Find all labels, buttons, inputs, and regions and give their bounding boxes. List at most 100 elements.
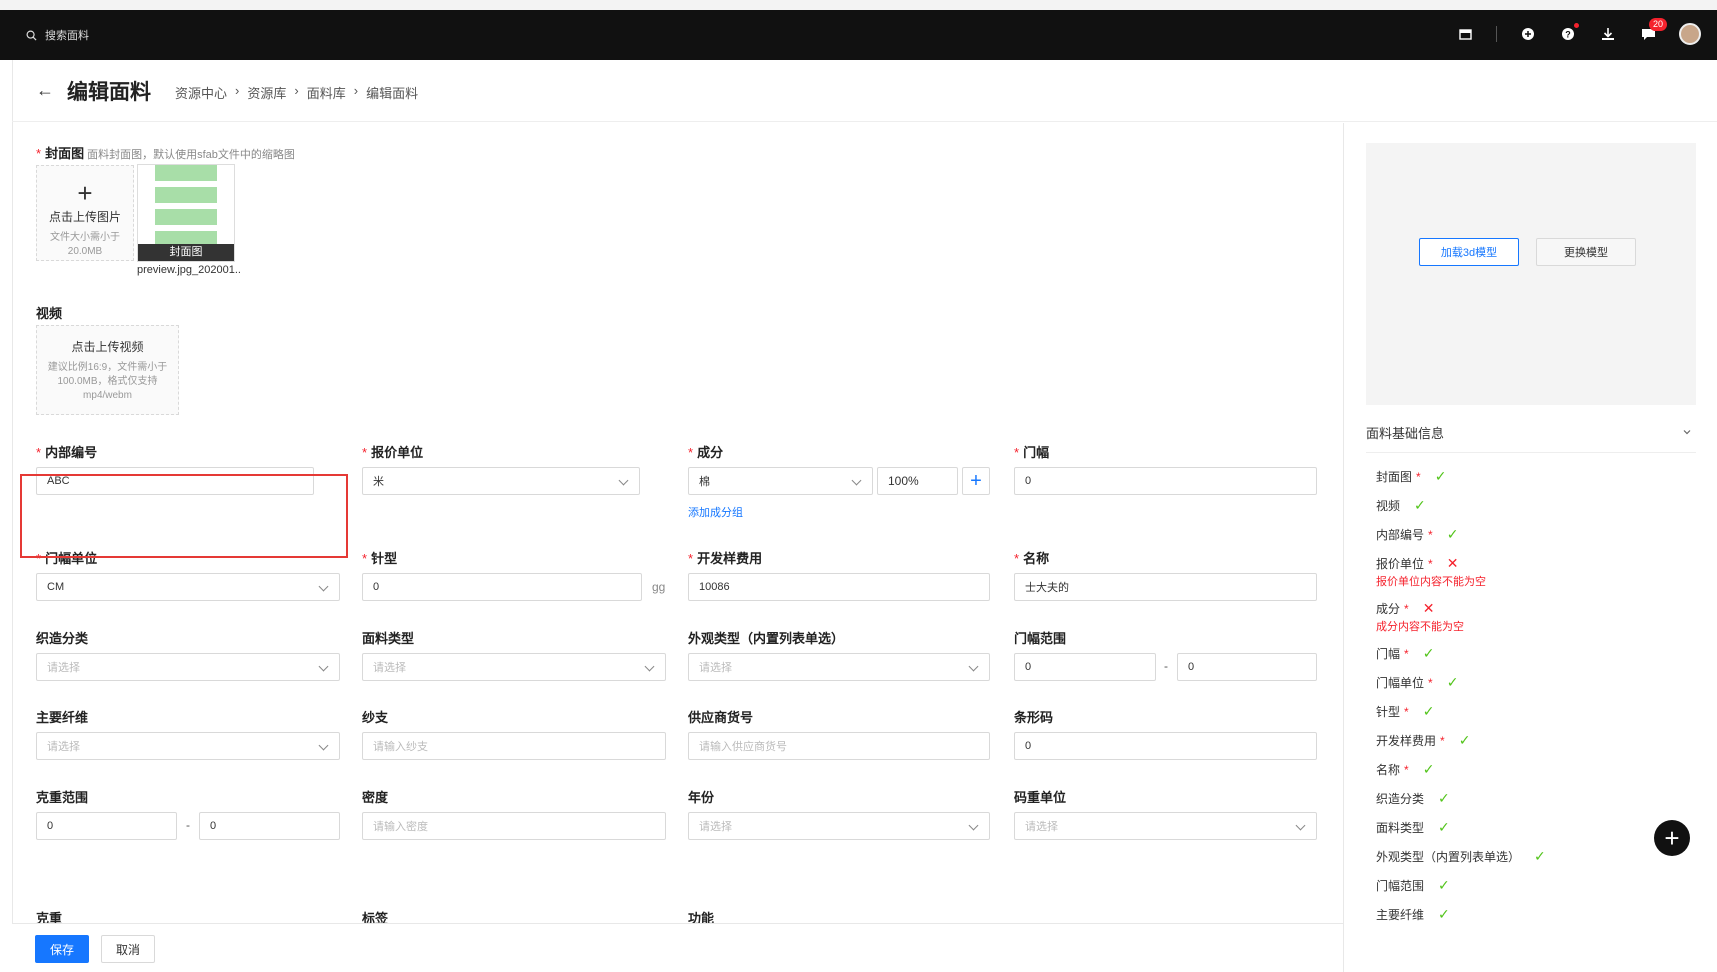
fiber-placeholder: 请选择 [47, 741, 80, 753]
width-range-min-input[interactable]: 0 [1014, 653, 1156, 681]
save-button[interactable]: 保存 [35, 935, 89, 963]
cover-filename: preview.jpg_202001... [137, 264, 242, 276]
year-select[interactable]: 请选择 [688, 812, 990, 840]
checklist-item-label: 外观类型（内置列表单选） [1376, 850, 1521, 864]
yarn-input[interactable]: 请输入纱支 [362, 732, 666, 760]
checklist-item[interactable]: 门幅 * ✓ [1376, 645, 1434, 662]
checklist-item[interactable]: 外观类型（内置列表单选） ✓ [1376, 848, 1546, 865]
range-dash: - [1164, 659, 1168, 673]
barcode-label: 条形码 [1014, 710, 1054, 725]
top-navbar: 搜索面料 ? 20 [0, 10, 1717, 60]
checklist-item[interactable]: 门幅单位 * ✓ [1376, 674, 1458, 691]
checklist-item-label: 视频 [1376, 499, 1401, 513]
user-avatar[interactable] [1679, 23, 1701, 45]
load-3d-model-button[interactable]: 加载3d模型 [1419, 238, 1519, 266]
checklist-item-label: 门幅 [1376, 647, 1401, 661]
page-title: 编辑面料 [67, 81, 151, 104]
checklist-item[interactable]: 名称 * ✓ [1376, 761, 1434, 778]
fabric-type-select[interactable]: 请选择 [362, 653, 666, 681]
checklist-item-label: 主要纤维 [1376, 908, 1425, 922]
fiber-field: 主要纤维 请选择 [36, 707, 340, 760]
help-icon[interactable]: ? [1559, 22, 1580, 43]
width-range-field: 门幅范围 0 - 0 [1014, 628, 1317, 681]
checklist-item[interactable]: 内部编号 * ✓ [1376, 526, 1458, 543]
checklist-item[interactable]: 成分 * ✕ 成分内容不能为空 [1376, 600, 1464, 633]
floating-add-button[interactable]: + [1654, 820, 1690, 856]
supplier-no-label: 供应商货号 [688, 710, 754, 725]
required-mark: * [1428, 675, 1433, 690]
add-circle-icon[interactable] [1519, 25, 1537, 43]
checklist-item[interactable]: 开发样费用 * ✓ [1376, 732, 1470, 749]
dev-fee-field: * 开发样费用 10086 [688, 548, 990, 601]
composition-percent-input[interactable]: 100% [877, 467, 958, 495]
cover-label-row: * 封面图 面料封面图，默认使用sfab文件中的缩略图 [36, 143, 295, 162]
gram-range-max-input[interactable]: 0 [199, 812, 340, 840]
name-field: * 名称 士大夫的 [1014, 548, 1317, 601]
message-badge: 20 [1648, 18, 1667, 31]
fiber-select[interactable]: 请选择 [36, 732, 340, 760]
price-unit-select[interactable]: 米 [362, 467, 640, 495]
checklist-item[interactable]: 门幅范围 ✓ [1376, 877, 1450, 894]
breadcrumb-item-resource-center[interactable]: 资源中心 [175, 83, 227, 102]
width-input[interactable]: 0 [1014, 467, 1317, 495]
cover-thumbnail[interactable]: 封面图 [137, 164, 235, 262]
appearance-select[interactable]: 请选择 [688, 653, 990, 681]
composition-material-select[interactable]: 棉 [688, 467, 873, 495]
check-icon: ✓ [1422, 703, 1435, 719]
barcode-input[interactable]: 0 [1014, 732, 1317, 760]
checklist-item[interactable]: 主要纤维 ✓ [1376, 906, 1450, 923]
add-composition-group-link[interactable]: 添加成分组 [688, 504, 990, 520]
store-icon[interactable] [1456, 25, 1474, 43]
global-search[interactable]: 搜索面料 [26, 27, 89, 43]
checklist-item[interactable]: 视频 ✓ [1376, 497, 1426, 514]
checklist-error-text: 报价单位内容不能为空 [1376, 576, 1486, 588]
barcode-field: 条形码 0 [1014, 707, 1317, 760]
width-unit-select[interactable]: CM [36, 573, 340, 601]
checklist-item[interactable]: 织造分类 ✓ [1376, 790, 1450, 807]
svg-text:?: ? [1565, 30, 1571, 40]
fabric-type-field: 面料类型 请选择 [362, 628, 666, 681]
weight-unit-placeholder: 请选择 [1025, 821, 1058, 833]
chevron-down-icon [1683, 430, 1691, 435]
breadcrumb-item-fabric-library[interactable]: 面料库 [307, 83, 346, 102]
name-input[interactable]: 士大夫的 [1014, 573, 1317, 601]
density-input[interactable]: 请输入密度 [362, 812, 666, 840]
check-icon: ✓ [1446, 526, 1459, 542]
message-icon[interactable]: 20 [1639, 18, 1667, 43]
cover-upload-area[interactable]: + 点击上传图片 文件大小需小于20.0MB [36, 165, 134, 261]
checklist-item[interactable]: 面料类型 ✓ [1376, 819, 1450, 836]
breadcrumb-item-resource-library[interactable]: 资源库 [247, 83, 286, 102]
weight-unit-select[interactable]: 请选择 [1014, 812, 1317, 840]
checklist-item-label: 门幅单位 [1376, 676, 1425, 690]
checklist-item[interactable]: 报价单位 * ✕ 报价单位内容不能为空 [1376, 555, 1486, 588]
check-icon: ✓ [1534, 848, 1546, 864]
needle-input[interactable]: 0 [362, 573, 642, 601]
dev-fee-input[interactable]: 10086 [688, 573, 990, 601]
supplier-no-input[interactable]: 请输入供应商货号 [688, 732, 990, 760]
chevron-down-icon [618, 475, 629, 486]
toolbar-divider [1496, 26, 1497, 42]
change-model-button[interactable]: 更换模型 [1536, 238, 1636, 266]
add-composition-button[interactable]: + [962, 467, 990, 495]
fabric-type-label: 面料类型 [362, 631, 415, 646]
fiber-label: 主要纤维 [36, 710, 89, 725]
internal-no-label: 内部编号 [45, 445, 98, 460]
dev-fee-label: 开发样费用 [697, 551, 763, 566]
basic-info-section-header[interactable]: 面料基础信息 [1366, 423, 1696, 453]
required-mark: * [1404, 762, 1409, 777]
download-icon[interactable] [1599, 25, 1617, 43]
video-upload-area[interactable]: 点击上传视频 建议比例16:9，文件需小于100.0MB，格式仅支持mp4/we… [36, 325, 179, 415]
chevron-down-icon [318, 740, 329, 751]
weave-select[interactable]: 请选择 [36, 653, 340, 681]
year-field: 年份 请选择 [688, 787, 990, 840]
checklist-item[interactable]: 封面图 * ✓ [1376, 468, 1446, 485]
breadcrumb-separator: › [235, 83, 240, 98]
checklist-item[interactable]: 针型 * ✓ [1376, 703, 1434, 720]
back-arrow-icon[interactable]: ← [36, 80, 54, 101]
cancel-button[interactable]: 取消 [101, 935, 155, 963]
video-upload-sub: 建议比例16:9，文件需小于100.0MB，格式仅支持mp4/webm [47, 362, 168, 401]
error-x-icon: ✕ [1422, 600, 1435, 616]
width-range-max-input[interactable]: 0 [1177, 653, 1317, 681]
gram-range-min-input[interactable]: 0 [36, 812, 177, 840]
required-mark: * [1428, 556, 1433, 571]
